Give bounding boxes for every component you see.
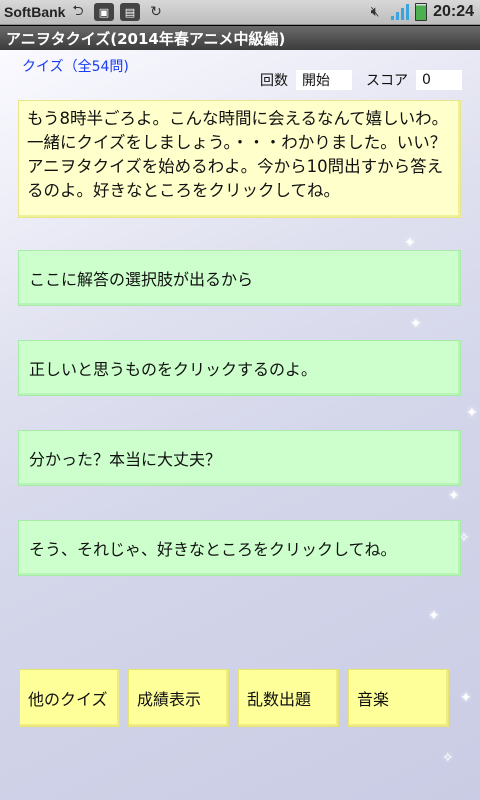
answer-option-1[interactable]: ここに解答の選択肢が出るから <box>18 250 461 306</box>
sparkle-icon: ✦ <box>404 235 416 251</box>
score-info: 回数 開始 スコア 0 <box>260 70 462 90</box>
show-score-button[interactable]: 成績表示 <box>128 669 229 727</box>
usb-icon: ⮌ <box>72 3 84 19</box>
sparkle-icon: ✦ <box>410 316 422 332</box>
random-question-button[interactable]: 乱数出題 <box>238 669 339 727</box>
answer-option-3[interactable]: 分かった？本当に大丈夫？ <box>18 430 461 486</box>
sparkle-icon: ✦ <box>466 405 478 421</box>
signal-icon <box>391 4 410 20</box>
sparkle-icon: ✦ <box>428 608 440 624</box>
answer-option-4[interactable]: そう、それじゃ、好きなところをクリックしてね。 <box>18 520 461 576</box>
mute-icon: 🔇︎ <box>370 4 380 20</box>
quiz-count-label: クイズ（全54問) <box>22 59 129 75</box>
question-box: もう8時半ごろよ。こんな時間に会えるなんて嬉しいわ。一緒にクイズをしましょう。・… <box>18 100 461 218</box>
sparkle-icon: ✦ <box>460 690 472 706</box>
sparkle-icon: ✧ <box>442 750 454 766</box>
status-bar: SoftBank ⮌ ▣ ▤ ↻ 🔇︎ 20:24 <box>0 0 480 25</box>
round-label: 回数 <box>260 73 288 89</box>
sparkle-icon: ✦ <box>448 488 460 504</box>
battery-icon <box>415 3 428 21</box>
clock: 20:24 <box>433 3 474 20</box>
score-value: 0 <box>416 70 462 90</box>
android-icon: ▣ <box>94 3 114 21</box>
sync-icon: ↻ <box>150 4 162 20</box>
app-title: アニヲタクイズ(2014年春アニメ中級編) <box>0 26 480 50</box>
score-label: スコア <box>366 73 408 89</box>
sim-icon: ▤ <box>120 3 140 21</box>
answer-option-2[interactable]: 正しいと思うものをクリックするのよ。 <box>18 340 461 396</box>
music-button[interactable]: 音楽 <box>348 669 449 727</box>
carrier-name: SoftBank <box>4 4 66 20</box>
round-value: 開始 <box>296 70 352 90</box>
main-content: ✦ ✦ ✧ ✦ ✦ ✧ ✦ ✦ ✧ クイズ（全54問) 回数 開始 スコア 0 … <box>0 50 480 800</box>
other-quiz-button[interactable]: 他のクイズ <box>19 669 120 727</box>
